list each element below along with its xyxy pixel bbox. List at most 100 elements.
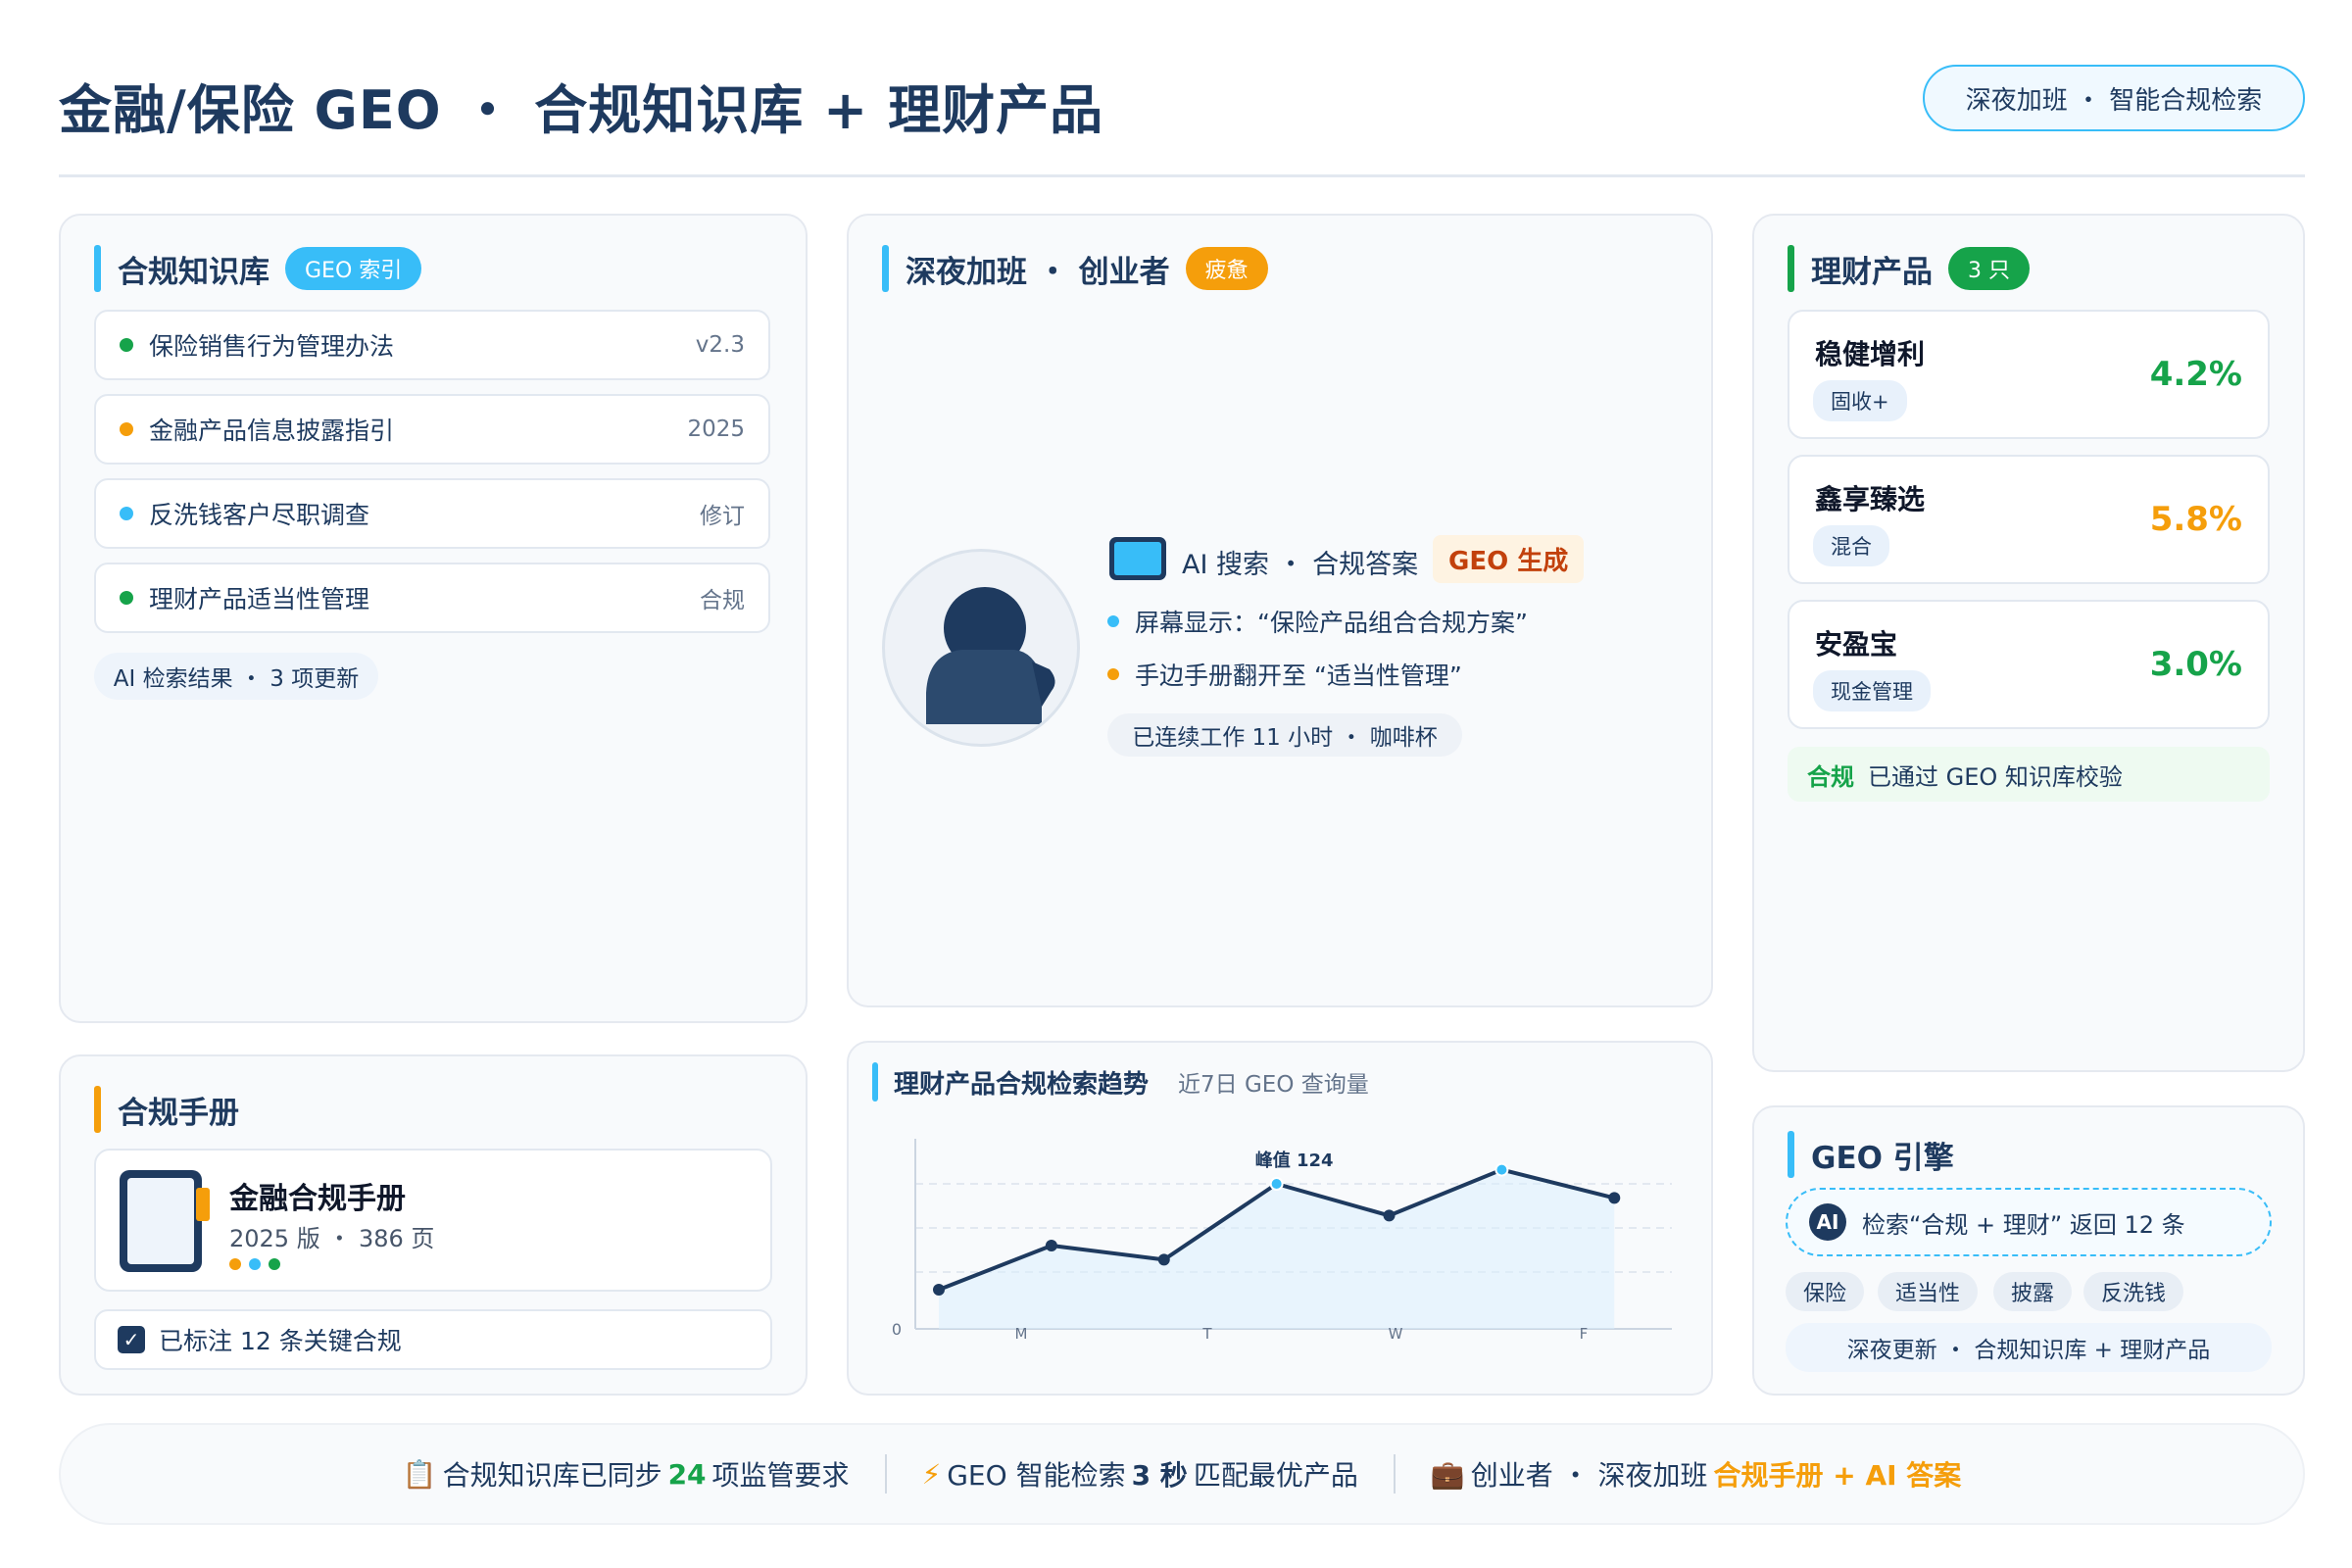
annotation-checkbox-row[interactable]: ✓ 已标注 12 条关键合规 bbox=[94, 1309, 772, 1370]
monitor-icon bbox=[1109, 537, 1166, 580]
keyword-chip[interactable]: 适当性 bbox=[1878, 1272, 1979, 1311]
trend-title-bar: 理财产品合规检索趋势 近7日 GEO 查询量 bbox=[872, 1062, 1369, 1102]
product-rate: 4.2% bbox=[2149, 355, 2242, 394]
keyword-chip[interactable]: 披露 bbox=[1993, 1272, 2073, 1311]
kb-item-label: 反洗钱客户尽职调查 bbox=[149, 501, 370, 529]
person-silhouette-icon bbox=[926, 587, 1055, 724]
manual-item[interactable]: 金融合规手册 2025 版 ・ 386 页 bbox=[94, 1149, 772, 1292]
footer-number: 3 秒 bbox=[1131, 1459, 1188, 1492]
data-point bbox=[1045, 1240, 1057, 1251]
footer-text: 匹配最优产品 bbox=[1193, 1459, 1358, 1492]
chart-subtitle: 近7日 GEO 查询量 bbox=[1178, 1072, 1369, 1098]
kb-item-tag: 修订 bbox=[700, 504, 745, 529]
clipboard-icon: 📋 bbox=[402, 1457, 437, 1491]
geo-generate-tag: GEO 生成 bbox=[1433, 535, 1585, 583]
manual-card-title: 合规手册 bbox=[94, 1086, 239, 1133]
scene-card: 深夜加班 ・ 创业者 疲惫 AI 搜索 ・ 合规答案 GEO 生成 屏幕显示：“… bbox=[847, 214, 1713, 1007]
screen-label: AI 搜索 ・ 合规答案 bbox=[1182, 550, 1419, 580]
page-title: 金融/保险 GEO ・ 合规知识库 + 理财产品 bbox=[59, 79, 1104, 141]
trend-card: 理财产品合规检索趋势 近7日 GEO 查询量 峰值 124 0 M T W F bbox=[847, 1041, 1713, 1396]
data-point bbox=[1269, 1177, 1284, 1191]
product-name: 稳健增利 bbox=[1815, 338, 1926, 370]
kb-title-text: 合规知识库 bbox=[118, 254, 270, 290]
geo-query-text: 检索“合规 + 理财” 返回 12 条 bbox=[1862, 1210, 2185, 1239]
screen-line-text: 屏幕显示：“保险产品组合合规方案” bbox=[1135, 609, 1528, 637]
peak-label: 峰值 124 bbox=[1255, 1150, 1334, 1171]
scene-title-text: 深夜加班 ・ 创业者 bbox=[906, 254, 1170, 290]
manual-line-text: 手边手册翻开至 “适当性管理” bbox=[1135, 662, 1462, 690]
product-type-tag: 固收+ bbox=[1813, 380, 1907, 421]
product-rate: 5.8% bbox=[2149, 500, 2242, 539]
checkbox-checked-icon[interactable]: ✓ bbox=[118, 1326, 145, 1353]
footer-sync-segment: 📋 合规知识库已同步 24 项监管要求 bbox=[368, 1454, 885, 1494]
kb-card: 合规知识库 GEO 索引 保险销售行为管理办法 v2.3 金融产品信息披露指引 … bbox=[59, 214, 808, 1023]
products-card: 理财产品 3 只 稳健增利 固收+ 4.2% 鑫享臻选 混合 5.8% 安盈宝 … bbox=[1752, 214, 2305, 1072]
manual-meta: 2025 版 ・ 386 页 bbox=[229, 1225, 435, 1252]
footer-banner: 📋 合规知识库已同步 24 项监管要求 ⚡ GEO 智能检索 3 秒 匹配最优产… bbox=[59, 1423, 2305, 1525]
kb-item-tag: 2025 bbox=[687, 416, 745, 442]
geo-card-title: GEO 引擎 bbox=[1788, 1131, 1954, 1178]
geo-engine-card: GEO 引擎 AI 检索“合规 + 理财” 返回 12 条 保险 适当性 披露 … bbox=[1752, 1105, 2305, 1396]
manual-title-text: 合规手册 bbox=[118, 1095, 239, 1131]
kb-item-label: 金融产品信息披露指引 bbox=[149, 416, 395, 445]
chart-title: 理财产品合规检索趋势 bbox=[894, 1069, 1150, 1100]
status-dot bbox=[120, 338, 133, 352]
manual-name: 金融合规手册 bbox=[229, 1182, 406, 1216]
compliance-text: 已通过 GEO 知识库校验 bbox=[1868, 762, 2123, 791]
product-card[interactable]: 鑫享臻选 混合 5.8% bbox=[1788, 455, 2270, 584]
footer-number: 24 bbox=[667, 1457, 707, 1491]
product-type-tag: 混合 bbox=[1813, 525, 1889, 566]
products-count-badge: 3 只 bbox=[1948, 247, 2030, 290]
footer-search-segment: ⚡ GEO 智能检索 3 秒 匹配最优产品 bbox=[887, 1454, 1394, 1494]
manual-line: 手边手册翻开至 “适当性管理” bbox=[1107, 657, 1462, 692]
kb-ai-result[interactable]: AI 检索结果 ・ 3 项更新 bbox=[94, 653, 378, 700]
keyword-chip[interactable]: 反洗钱 bbox=[2083, 1272, 2184, 1311]
x-tick-label: T bbox=[1201, 1325, 1212, 1343]
fatigue-badge: 疲惫 bbox=[1185, 247, 1268, 290]
manual-card: 合规手册 金融合规手册 2025 版 ・ 386 页 ✓ 已标注 12 条关键合… bbox=[59, 1054, 808, 1396]
ai-icon: AI bbox=[1809, 1203, 1846, 1241]
bullet-dot bbox=[1107, 615, 1119, 627]
product-card[interactable]: 安盈宝 现金管理 3.0% bbox=[1788, 600, 2270, 729]
work-status-pill: 已连续工作 11 小时 ・ 咖啡杯 bbox=[1107, 713, 1462, 757]
product-card[interactable]: 稳健增利 固收+ 4.2% bbox=[1788, 310, 2270, 439]
kb-item-tag: v2.3 bbox=[695, 332, 745, 358]
products-title-text: 理财产品 bbox=[1811, 254, 1933, 290]
book-icon bbox=[120, 1170, 210, 1272]
footer-text: 创业者 ・ 深夜加班 bbox=[1470, 1459, 1708, 1492]
keyword-chip[interactable]: 保险 bbox=[1786, 1272, 1865, 1311]
data-point bbox=[933, 1284, 945, 1296]
checkbox-label: 已标注 12 条关键合规 bbox=[159, 1327, 402, 1355]
product-rate: 3.0% bbox=[2149, 645, 2242, 684]
screen-line: 屏幕显示：“保险产品组合合规方案” bbox=[1107, 604, 1528, 639]
y-tick-label: 0 bbox=[892, 1320, 902, 1339]
kb-item[interactable]: 金融产品信息披露指引 2025 bbox=[94, 394, 770, 465]
product-name: 鑫享臻选 bbox=[1815, 483, 1926, 515]
status-dot bbox=[120, 591, 133, 605]
footer-text: GEO 智能检索 bbox=[947, 1459, 1126, 1492]
x-tick-label: M bbox=[1015, 1325, 1028, 1343]
manual-progress-dots bbox=[229, 1258, 280, 1270]
kb-badge: GEO 索引 bbox=[285, 247, 422, 290]
founder-avatar bbox=[882, 549, 1080, 747]
kb-item[interactable]: 理财产品适当性管理 合规 bbox=[94, 563, 770, 633]
kb-item-tag: 合规 bbox=[700, 588, 745, 613]
data-point bbox=[1157, 1253, 1170, 1266]
kb-item-label: 保险销售行为管理办法 bbox=[149, 332, 395, 361]
footer-highlight: 合规手册 + AI 答案 bbox=[1713, 1459, 1962, 1492]
data-point bbox=[1383, 1209, 1396, 1222]
geo-title-text: GEO 引擎 bbox=[1811, 1140, 1954, 1176]
scene-card-title: 深夜加班 ・ 创业者 疲惫 bbox=[882, 245, 1268, 292]
kb-item[interactable]: 反洗钱客户尽职调查 修订 bbox=[94, 478, 770, 549]
lightning-icon: ⚡ bbox=[921, 1457, 942, 1491]
trend-line-chart: 峰值 124 0 M T W F bbox=[892, 1139, 1672, 1343]
footer-founder-segment: 💼 创业者 ・ 深夜加班 合规手册 + AI 答案 bbox=[1396, 1454, 1996, 1494]
status-dot bbox=[120, 507, 133, 520]
compliance-check-banner: 合规 已通过 GEO 知识库校验 bbox=[1788, 747, 2270, 802]
kb-card-title: 合规知识库 GEO 索引 bbox=[94, 245, 422, 292]
briefcase-icon: 💼 bbox=[1430, 1457, 1465, 1491]
kb-item[interactable]: 保险销售行为管理办法 v2.3 bbox=[94, 310, 770, 380]
header-mode-pill[interactable]: 深夜加班 ・ 智能合规检索 bbox=[1923, 65, 2305, 131]
geo-query-box[interactable]: AI 检索“合规 + 理财” 返回 12 条 bbox=[1786, 1188, 2272, 1256]
geo-update-note: 深夜更新 ・ 合规知识库 + 理财产品 bbox=[1786, 1323, 2272, 1372]
